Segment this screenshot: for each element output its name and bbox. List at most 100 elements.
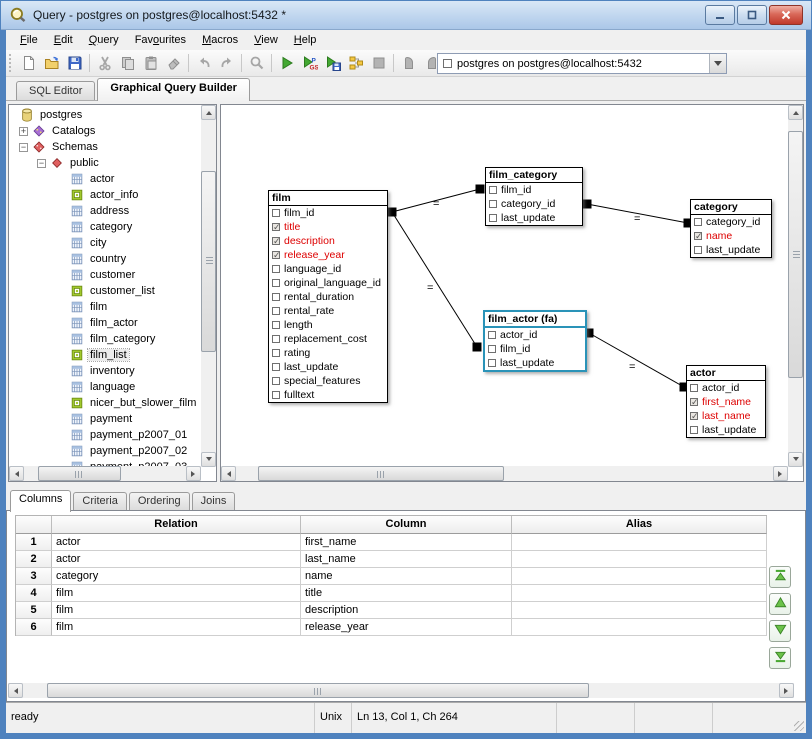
join-line-film-actor-fa-actor[interactable]	[589, 333, 684, 387]
tree-item-catalogs[interactable]: +Catalogs	[9, 123, 201, 139]
column-checkbox[interactable]	[694, 218, 702, 226]
scroll-thumb[interactable]	[47, 683, 590, 698]
column-checkbox[interactable]	[488, 331, 496, 339]
grid-cell-relation[interactable]: film	[52, 602, 301, 619]
grid-cell-alias[interactable]	[512, 619, 767, 636]
join-connector[interactable]	[476, 185, 485, 194]
scroll-left-button[interactable]	[9, 466, 24, 481]
grid-cell-column[interactable]: name	[301, 568, 512, 585]
grid-cell-alias[interactable]	[512, 585, 767, 602]
column-checkbox[interactable]	[694, 232, 702, 240]
grid-cell-column[interactable]: last_name	[301, 551, 512, 568]
find-button[interactable]	[245, 52, 268, 75]
column-checkbox[interactable]	[690, 426, 698, 434]
tab-graphical-query-builder[interactable]: Graphical Query Builder	[97, 78, 250, 101]
scroll-left-button[interactable]	[8, 683, 23, 698]
tree-item-film-actor[interactable]: film_actor	[9, 315, 201, 331]
execute-to-file-button[interactable]	[321, 52, 344, 75]
column-checkbox[interactable]	[272, 265, 280, 273]
connection-combobox[interactable]: postgres on postgres@localhost:5432	[437, 53, 727, 74]
column-checkbox[interactable]	[272, 293, 280, 301]
tree-item-actor[interactable]: actor	[9, 171, 201, 187]
grid-cell-alias[interactable]	[512, 602, 767, 619]
save-button[interactable]	[63, 52, 86, 75]
scroll-thumb[interactable]	[201, 171, 216, 353]
grid-row-number[interactable]: 4	[16, 585, 52, 602]
column-checkbox[interactable]	[272, 307, 280, 315]
tree-item-public[interactable]: −public	[9, 155, 201, 171]
grid-row-number[interactable]: 2	[16, 551, 52, 568]
tree-item-schemas[interactable]: −Schemas	[9, 139, 201, 155]
tree-item-payment-p2007-03[interactable]: payment_p2007_03	[9, 459, 201, 466]
grid-cell-alias[interactable]	[512, 534, 767, 551]
grid-cell-column[interactable]: first_name	[301, 534, 512, 551]
column-checkbox[interactable]	[489, 200, 497, 208]
grid-row-number[interactable]: 5	[16, 602, 52, 619]
scroll-thumb[interactable]	[788, 131, 803, 379]
paste-button[interactable]	[139, 52, 162, 75]
column-checkbox[interactable]	[488, 345, 496, 353]
column-checkbox[interactable]	[272, 237, 280, 245]
scroll-left-button[interactable]	[221, 466, 236, 481]
scroll-down-button[interactable]	[788, 452, 803, 467]
grid-row-number[interactable]: 1	[16, 534, 52, 551]
grid-cell-column[interactable]: release_year	[301, 619, 512, 636]
move-down-button[interactable]	[769, 620, 791, 642]
column-checkbox[interactable]	[272, 223, 280, 231]
diagram-table-category[interactable]: categorycategory_idnamelast_update	[690, 199, 772, 258]
tree-item-customer-list[interactable]: customer_list	[9, 283, 201, 299]
close-button[interactable]	[769, 5, 803, 25]
redo-button[interactable]	[215, 52, 238, 75]
scroll-thumb[interactable]	[38, 466, 121, 481]
scroll-down-button[interactable]	[201, 452, 216, 467]
tree-item-payment-p2007-02[interactable]: payment_p2007_02	[9, 443, 201, 459]
grid-row-number[interactable]: 6	[16, 619, 52, 636]
scroll-thumb[interactable]	[258, 466, 504, 481]
grid-cell-alias[interactable]	[512, 551, 767, 568]
column-checkbox[interactable]	[272, 335, 280, 343]
open-file-button[interactable]	[40, 52, 63, 75]
column-checkbox[interactable]	[690, 384, 698, 392]
scroll-right-button[interactable]	[186, 466, 201, 481]
scroll-up-button[interactable]	[201, 105, 216, 120]
move-to-bottom-button[interactable]	[769, 647, 791, 669]
grid-cell-column[interactable]: title	[301, 585, 512, 602]
tree-item-payment[interactable]: payment	[9, 411, 201, 427]
maximize-button[interactable]	[737, 5, 767, 25]
join-connector[interactable]	[473, 343, 482, 352]
tree-item-payment-p2007-01[interactable]: payment_p2007_01	[9, 427, 201, 443]
plus-expander-icon[interactable]: +	[19, 127, 28, 136]
cancel-query-button[interactable]	[367, 52, 390, 75]
cut-button[interactable]	[93, 52, 116, 75]
grid-cell-column[interactable]: description	[301, 602, 512, 619]
tree-item-address[interactable]: address	[9, 203, 201, 219]
minus-expander-icon[interactable]: −	[19, 143, 28, 152]
menu-favourites[interactable]: Favourites	[127, 32, 194, 48]
tab-sql-editor[interactable]: SQL Editor	[16, 81, 95, 100]
minimize-button[interactable]	[705, 5, 735, 25]
clear-window-button[interactable]	[162, 52, 185, 75]
execute-query-button[interactable]	[275, 52, 298, 75]
menu-file[interactable]: File	[12, 32, 46, 48]
tree-item-postgres[interactable]: postgres	[9, 107, 201, 123]
column-checkbox[interactable]	[272, 279, 280, 287]
diagram-table-actor[interactable]: actoractor_idfirst_namelast_namelast_upd…	[686, 365, 766, 438]
tab-columns[interactable]: Columns	[10, 490, 71, 512]
tree-item-actor-info[interactable]: actor_info	[9, 187, 201, 203]
tree-item-customer[interactable]: customer	[9, 267, 201, 283]
diagram-table-film-category[interactable]: film_categoryfilm_idcategory_idlast_upda…	[485, 167, 583, 226]
tree-item-film[interactable]: film	[9, 299, 201, 315]
grid-cell-relation[interactable]: category	[52, 568, 301, 585]
menu-query[interactable]: Query	[81, 32, 127, 48]
tab-ordering[interactable]: Ordering	[129, 492, 190, 510]
column-checkbox[interactable]	[489, 214, 497, 222]
column-checkbox[interactable]	[272, 209, 280, 217]
tab-joins[interactable]: Joins	[192, 492, 236, 510]
move-up-button[interactable]	[769, 593, 791, 615]
column-checkbox[interactable]	[272, 349, 280, 357]
join-connector[interactable]	[388, 208, 397, 217]
grid-hscrollbar[interactable]	[8, 683, 794, 698]
scroll-right-button[interactable]	[779, 683, 794, 698]
copy-button[interactable]	[116, 52, 139, 75]
canvas-vscrollbar[interactable]	[788, 105, 803, 467]
